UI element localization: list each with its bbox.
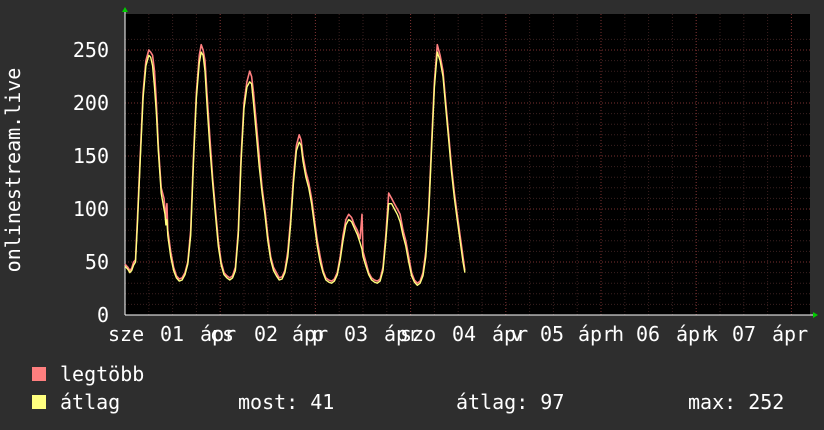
x-tick-label: 06 [636, 322, 660, 346]
legend-swatch-avg [32, 395, 46, 409]
stat-now-label: most: [238, 390, 299, 414]
x-tick-label: sze [108, 322, 144, 346]
x-tick-label: ápr [578, 322, 614, 346]
legend-label-max: legtöbb [60, 362, 145, 386]
legend-swatch-max [32, 367, 46, 381]
x-tick-label: 04 [452, 322, 476, 346]
y-tick-label: 200 [73, 91, 109, 115]
y-axis-label: onlinestream.live [2, 68, 25, 273]
plot-area [125, 14, 810, 315]
x-tick-label: cs [210, 322, 234, 346]
x-tick-label: k [706, 322, 718, 346]
x-tick-label: 01 [160, 322, 184, 346]
x-tick-label: p [312, 322, 324, 346]
y-tick-label: 150 [73, 144, 109, 168]
legend-label-avg: átlag [60, 390, 121, 414]
stat-max: max: 252 [688, 390, 784, 414]
stat-now-value: 41 [310, 390, 335, 414]
x-tick-label: ápr [772, 322, 808, 346]
stat-max-value: 252 [748, 390, 785, 414]
stat-avg: átlag: 97 [456, 390, 564, 414]
y-axis-arrow [122, 7, 128, 12]
y-axis-title: onlinestream.live [2, 68, 25, 273]
x-axis-arrow [813, 312, 818, 318]
y-tick-label: 100 [73, 197, 109, 221]
stat-max-label: max: [688, 390, 737, 414]
x-tick-label: v [511, 322, 523, 346]
x-tick-label: 03 [344, 322, 368, 346]
stat-now: most: 41 [238, 390, 334, 414]
x-tick-label: 05 [540, 322, 564, 346]
x-tick-label: h [612, 322, 624, 346]
stat-avg-value: 97 [540, 390, 565, 414]
y-tick-label: 250 [73, 38, 109, 62]
x-tick-label: 07 [732, 322, 756, 346]
x-tick-label: szo [400, 322, 436, 346]
traffic-chart: 050100150200250sze 01 áprcs 02 áprp 03 áprszo 0… [73, 7, 818, 346]
stat-avg-label: átlag: [456, 390, 529, 414]
x-tick-label: 02 [254, 322, 278, 346]
y-tick-label: 50 [85, 250, 109, 274]
